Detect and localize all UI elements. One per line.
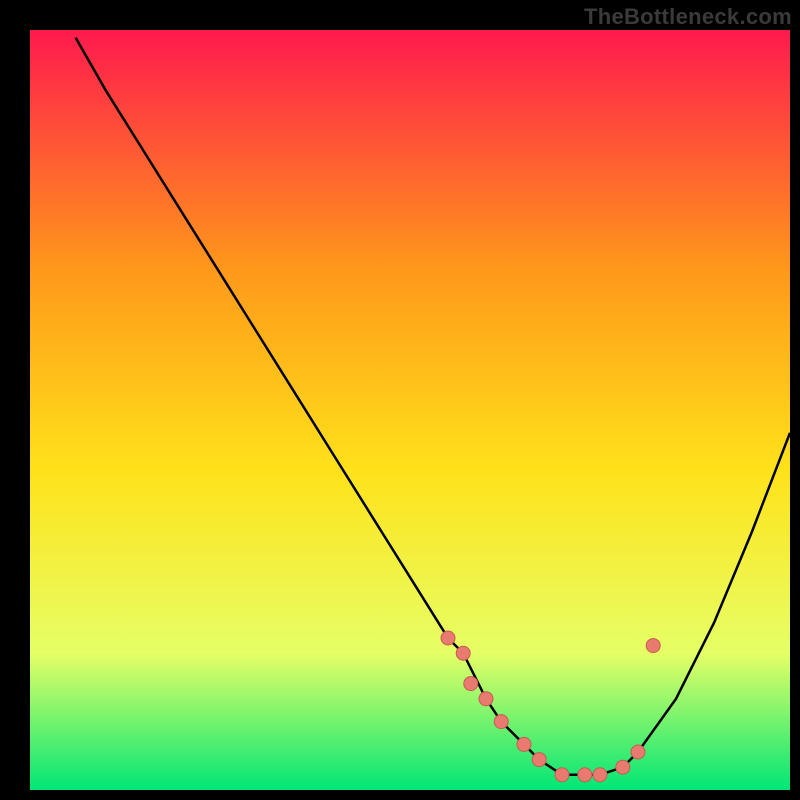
marker-point — [441, 631, 455, 645]
marker-point — [616, 760, 630, 774]
marker-point — [532, 753, 546, 767]
plot-svg — [0, 0, 800, 800]
marker-point — [464, 677, 478, 691]
marker-point — [456, 646, 470, 660]
marker-point — [578, 768, 592, 782]
marker-point — [646, 639, 660, 653]
marker-point — [555, 768, 569, 782]
marker-point — [494, 715, 508, 729]
marker-point — [479, 692, 493, 706]
gradient-background — [30, 30, 790, 790]
marker-point — [631, 745, 645, 759]
chart-stage: TheBottleneck.com — [0, 0, 800, 800]
marker-point — [593, 768, 607, 782]
marker-point — [517, 737, 531, 751]
